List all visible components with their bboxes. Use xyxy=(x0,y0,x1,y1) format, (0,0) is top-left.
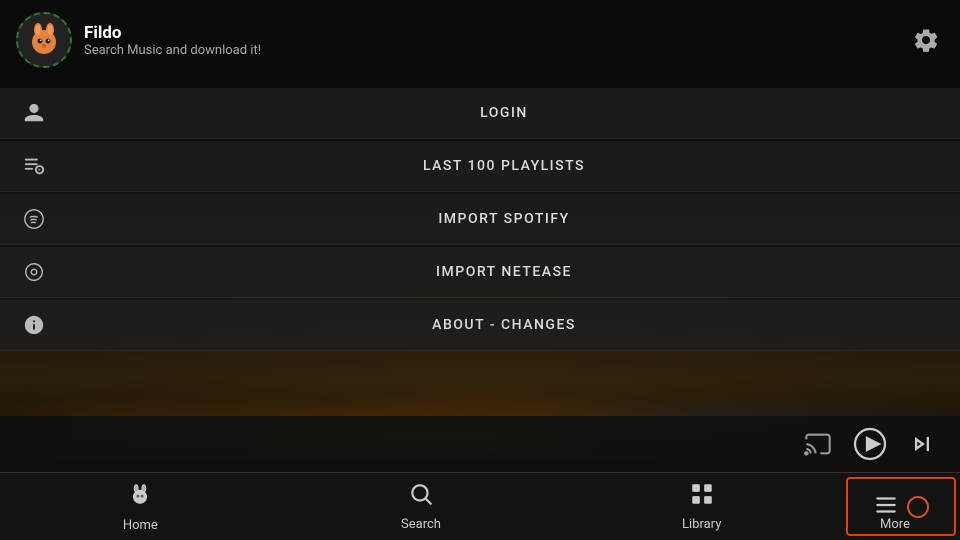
menu-playlists-label: LAST 100 PLAYLISTS xyxy=(68,158,940,174)
settings-button[interactable] xyxy=(908,22,944,58)
info-icon xyxy=(20,314,48,336)
spotify-icon xyxy=(20,208,48,230)
playback-bar xyxy=(0,416,960,472)
play-button[interactable] xyxy=(852,426,888,462)
menu-item-netease[interactable]: IMPORT NETEASE xyxy=(0,247,960,298)
menu-login-label: LOGIN xyxy=(68,105,940,121)
avatar xyxy=(16,12,72,68)
nav-search-label: Search xyxy=(401,517,441,532)
menu-spotify-label: IMPORT SPOTIFY xyxy=(68,211,940,227)
library-icon xyxy=(689,481,715,513)
menu-netease-label: IMPORT NETEASE xyxy=(68,264,940,280)
nav-library[interactable]: Library xyxy=(561,473,842,540)
nav-home[interactable]: Home xyxy=(0,473,281,540)
app-title: Fildo xyxy=(84,23,261,43)
more-icon xyxy=(873,492,899,522)
app-subtitle: Search Music and download it! xyxy=(84,43,261,58)
nav-more[interactable] xyxy=(846,477,956,536)
nav-library-label: Library xyxy=(682,517,721,532)
menu-item-login[interactable]: LOGIN xyxy=(0,88,960,139)
menu-list: LOGIN LAST 100 PLAYLISTS xyxy=(0,80,960,359)
menu-item-playlists[interactable]: LAST 100 PLAYLISTS xyxy=(0,141,960,192)
menu-about-label: ABOUT - CHANGES xyxy=(68,317,940,333)
app-header: Fildo Search Music and download it! xyxy=(0,0,960,80)
search-icon xyxy=(408,481,434,513)
home-icon xyxy=(126,480,154,514)
skip-button[interactable] xyxy=(904,426,940,462)
netease-icon xyxy=(20,261,48,283)
menu-item-about[interactable]: ABOUT - CHANGES xyxy=(0,300,960,351)
nav-home-label: Home xyxy=(123,518,158,533)
cast-button[interactable] xyxy=(800,426,836,462)
person-icon xyxy=(20,102,48,124)
more-circle-indicator xyxy=(907,496,929,518)
scenic-area xyxy=(0,359,960,416)
playlist-icon xyxy=(20,155,48,177)
bottom-nav: Home Search Library xyxy=(0,472,960,540)
nav-search[interactable]: Search xyxy=(281,473,562,540)
menu-item-spotify[interactable]: IMPORT SPOTIFY xyxy=(0,194,960,245)
